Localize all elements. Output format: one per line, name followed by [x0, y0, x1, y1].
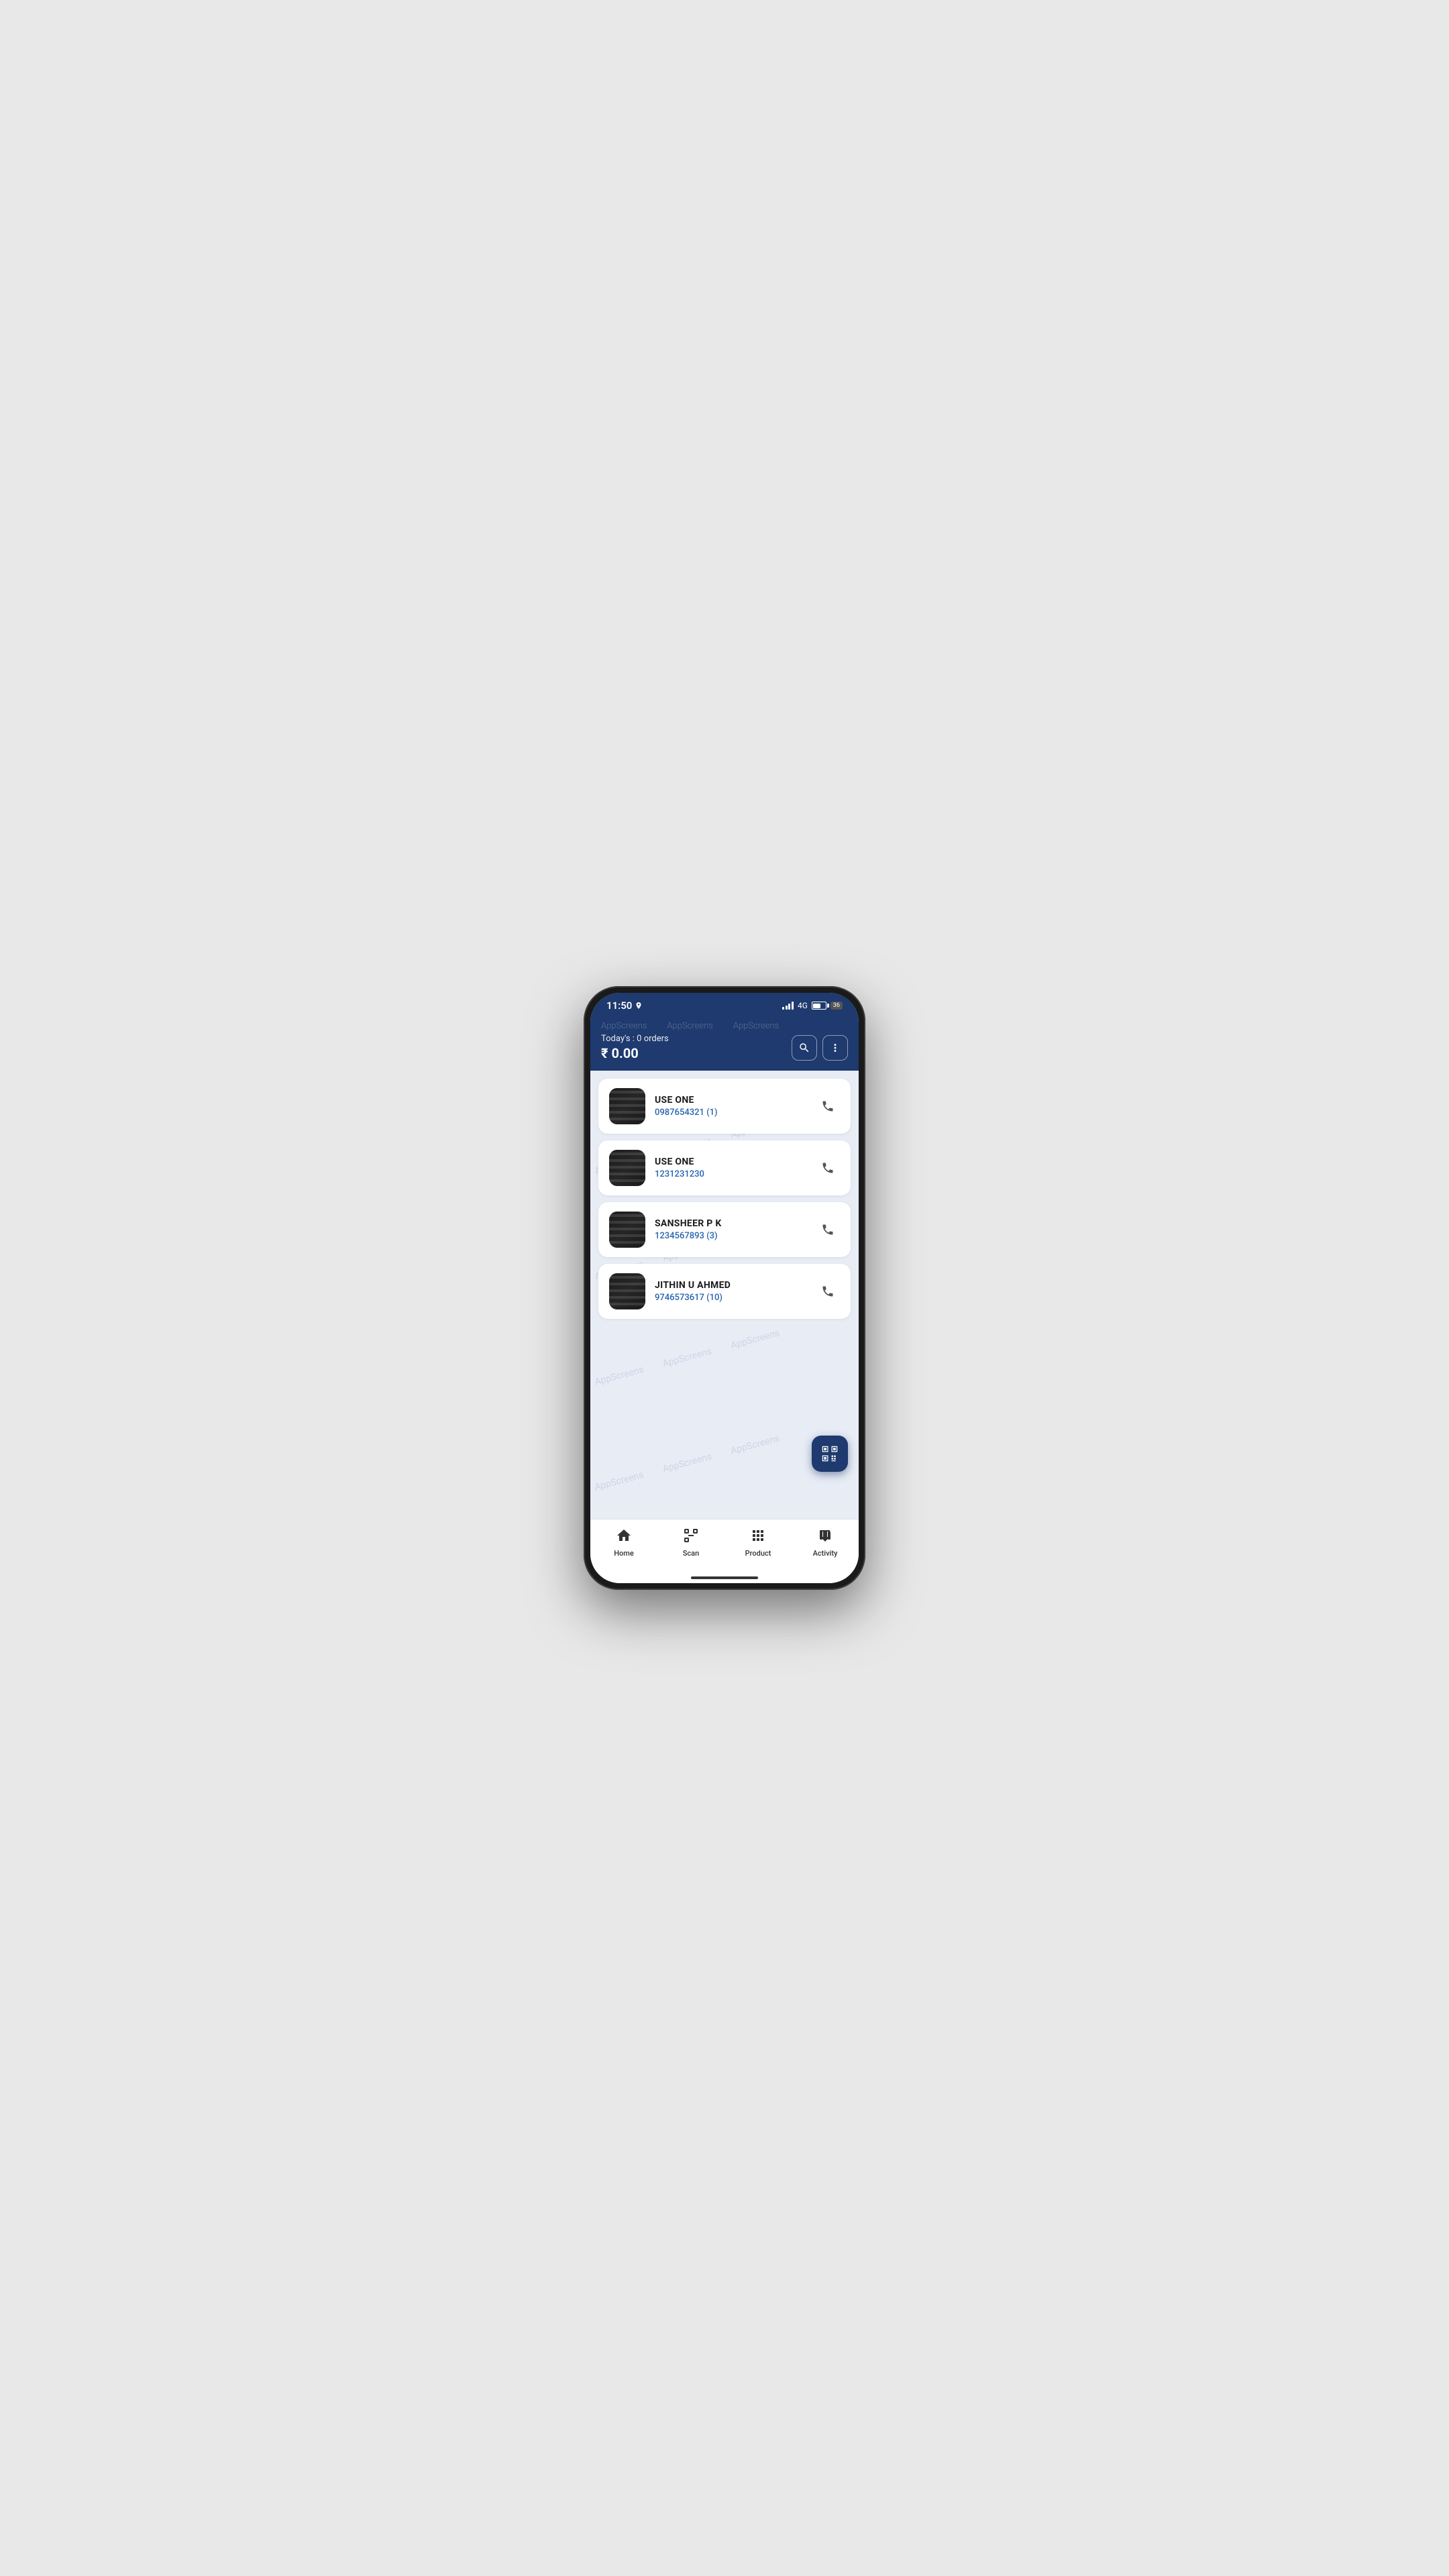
avatar	[609, 1088, 645, 1124]
search-button[interactable]	[792, 1035, 817, 1061]
header-watermark: AppScreens AppScreens AppScreens	[601, 1021, 848, 1031]
phone-icon	[821, 1285, 835, 1298]
phone-screen: 11:50 4G 36 AppScreens AppScreens	[590, 993, 859, 1583]
more-button[interactable]	[822, 1035, 848, 1061]
more-icon	[829, 1042, 841, 1054]
nav-item-product[interactable]: Product	[724, 1525, 792, 1560]
product-icon	[750, 1527, 766, 1547]
call-button[interactable]	[816, 1094, 840, 1118]
nav-label-activity: Activity	[813, 1549, 838, 1558]
empty-space	[598, 1326, 851, 1511]
phone-frame: 11:50 4G 36 AppScreens AppScreens	[584, 986, 865, 1590]
bottom-nav: Home Scan P	[590, 1519, 859, 1574]
phone-icon	[821, 1161, 835, 1175]
call-button[interactable]	[816, 1156, 840, 1180]
status-time: 11:50	[606, 1000, 643, 1012]
customer-phone: 0987654321 (1)	[655, 1108, 806, 1118]
nav-label-scan: Scan	[683, 1549, 699, 1558]
signal-icon	[782, 1002, 794, 1010]
customer-info: JITHIN U AHMED 9746573617 (10)	[655, 1280, 806, 1303]
home-icon-svg	[616, 1527, 632, 1544]
app-header: AppScreens AppScreens AppScreens Today's…	[590, 1016, 859, 1071]
battery-icon	[812, 1002, 826, 1010]
nav-item-scan[interactable]: Scan	[657, 1525, 724, 1560]
phone-icon	[821, 1223, 835, 1236]
home-bar	[590, 1574, 859, 1583]
customer-phone: 1231231230	[655, 1169, 806, 1179]
nav-label-home: Home	[614, 1549, 634, 1558]
status-bar: 11:50 4G 36	[590, 993, 859, 1016]
header-amount: ₹ 0.00	[601, 1045, 669, 1061]
scan-icon	[683, 1527, 699, 1547]
customer-phone: 9746573617 (10)	[655, 1293, 806, 1303]
customer-name: USE ONE	[655, 1157, 806, 1167]
content-area[interactable]: AppScreensAppScreensAppScreens AppScreen…	[590, 1071, 859, 1519]
avatar	[609, 1212, 645, 1248]
status-icons: 4G 36	[782, 1001, 843, 1010]
call-button[interactable]	[816, 1279, 840, 1303]
call-button[interactable]	[816, 1218, 840, 1242]
todays-orders-label: Today's : 0 orders	[601, 1034, 669, 1044]
phone-icon	[821, 1099, 835, 1113]
customer-phone: 1234567893 (3)	[655, 1231, 806, 1241]
nav-item-home[interactable]: Home	[590, 1525, 657, 1560]
header-content: Today's : 0 orders ₹ 0.00	[601, 1034, 848, 1061]
activity-icon-svg	[817, 1527, 833, 1544]
activity-icon	[817, 1527, 833, 1547]
header-actions	[792, 1035, 848, 1061]
customer-name: USE ONE	[655, 1095, 806, 1106]
qr-scan-fab[interactable]	[812, 1436, 848, 1472]
nav-label-product: Product	[745, 1549, 771, 1558]
customer-name: SANSHEER P K	[655, 1218, 806, 1229]
customer-info: USE ONE 0987654321 (1)	[655, 1095, 806, 1118]
scan-icon-svg	[683, 1527, 699, 1544]
home-icon	[616, 1527, 632, 1547]
qr-icon	[820, 1444, 840, 1464]
customer-card[interactable]: USE ONE 0987654321 (1)	[598, 1079, 851, 1134]
search-icon	[798, 1042, 810, 1054]
network-label: 4G	[798, 1001, 808, 1010]
customer-card[interactable]: JITHIN U AHMED 9746573617 (10)	[598, 1264, 851, 1319]
location-icon	[635, 1002, 643, 1010]
customer-info: USE ONE 1231231230	[655, 1157, 806, 1179]
customer-name: JITHIN U AHMED	[655, 1280, 806, 1291]
avatar	[609, 1150, 645, 1186]
battery-level: 36	[830, 1002, 843, 1010]
avatar	[609, 1273, 645, 1309]
customer-info: SANSHEER P K 1234567893 (3)	[655, 1218, 806, 1241]
nav-item-activity[interactable]: Activity	[792, 1525, 859, 1560]
header-info: Today's : 0 orders ₹ 0.00	[601, 1034, 669, 1061]
customer-card[interactable]: USE ONE 1231231230	[598, 1140, 851, 1195]
product-icon-svg	[750, 1527, 766, 1544]
home-indicator	[691, 1576, 758, 1579]
customer-card[interactable]: SANSHEER P K 1234567893 (3)	[598, 1202, 851, 1257]
